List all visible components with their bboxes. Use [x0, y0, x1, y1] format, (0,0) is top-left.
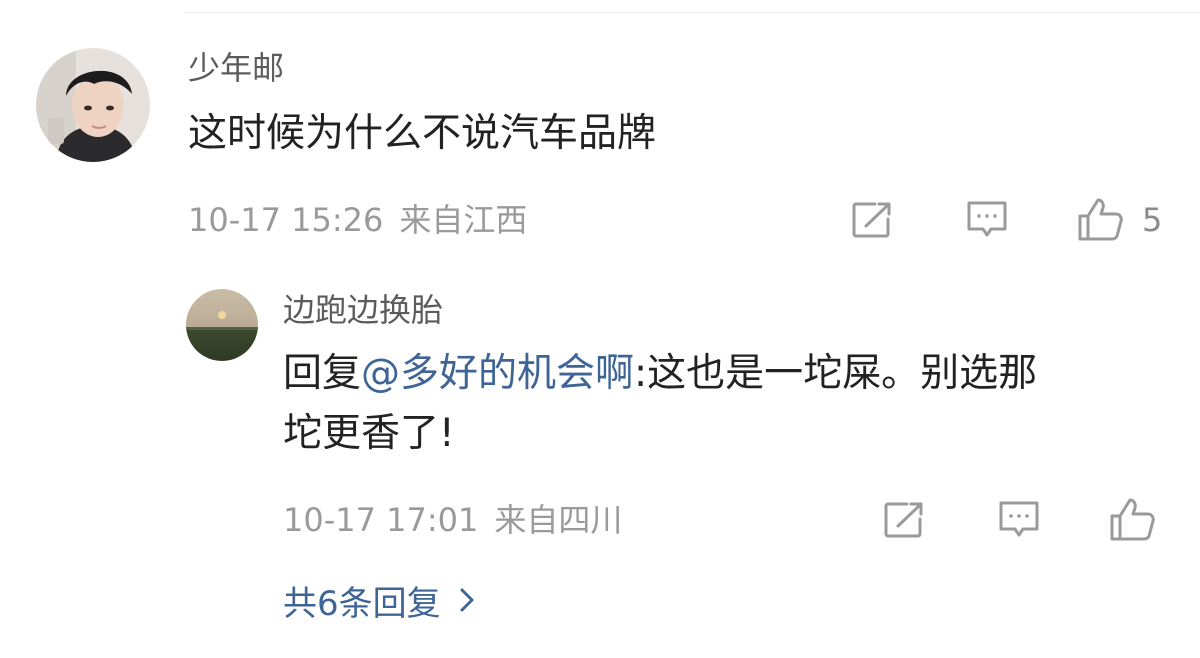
avatar[interactable]: [36, 48, 150, 162]
chevron-right-icon: [459, 587, 475, 613]
like-icon[interactable]: [1107, 495, 1157, 543]
comment-thread: 少年邮 这时候为什么不说汽车品牌 10-17 15:26 来自江西 5 边跑边换…: [0, 0, 1200, 658]
like-count: 5: [1142, 201, 1163, 239]
reply-text-line2: 坨更香了!: [283, 411, 455, 456]
reply-icon[interactable]: [964, 198, 1010, 242]
share-icon[interactable]: [882, 500, 926, 540]
reply-avatar[interactable]: [186, 289, 258, 361]
reply-meta: 10-17 17:01 来自四川: [283, 500, 622, 540]
comment-text: 这时候为什么不说汽车品牌: [188, 111, 657, 156]
reply-icon[interactable]: [996, 498, 1042, 542]
comment-meta: 10-17 15:26 来自江西: [188, 200, 527, 240]
reply-username[interactable]: 边跑边换胎: [283, 290, 443, 330]
reply-date: 10-17 17:01: [283, 501, 479, 539]
share-icon[interactable]: [850, 200, 894, 240]
reply-prefix: 回复: [283, 351, 362, 396]
more-replies-label: 共6条回复: [283, 583, 441, 624]
like-icon[interactable]: [1075, 195, 1125, 243]
comment-location: 来自江西: [399, 201, 528, 239]
top-divider: [185, 12, 1200, 13]
reply-location: 来自四川: [494, 501, 623, 539]
comment-date: 10-17 15:26: [188, 201, 384, 239]
reply-mention-link[interactable]: @多好的机会啊: [361, 351, 634, 396]
reply-text: 回复@多好的机会啊:这也是一坨屎。别选那 坨更香了!: [283, 344, 1037, 464]
comment-username[interactable]: 少年邮: [188, 48, 284, 88]
reply-text-line1: :这也是一坨屎。别选那: [634, 351, 1038, 396]
view-more-replies-link[interactable]: 共6条回复: [283, 578, 475, 624]
